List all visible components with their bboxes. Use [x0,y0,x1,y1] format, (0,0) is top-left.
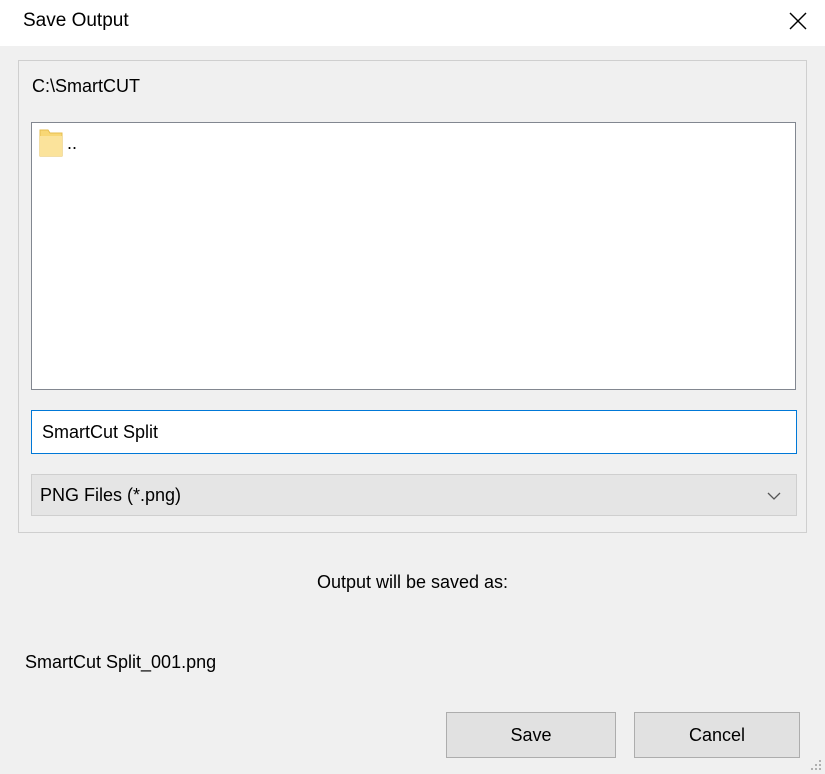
list-item-parent-folder[interactable]: .. [37,127,77,159]
close-button[interactable] [779,2,817,40]
file-type-select[interactable]: PNG Files (*.png) [31,474,797,516]
file-name-input[interactable] [31,410,797,454]
dialog-title: Save Output [23,10,129,31]
close-icon [789,12,807,30]
current-path-label: C:\SmartCUT [32,76,140,96]
title-bar: Save Output [0,0,825,46]
output-caption: Output will be saved as: [316,572,509,592]
chevron-down-icon [767,492,781,500]
file-type-selected: PNG Files (*.png) [40,485,182,505]
cancel-button[interactable]: Cancel [634,712,800,758]
save-button[interactable]: Save [446,712,616,758]
file-list[interactable]: .. [31,122,796,390]
list-item-label: .. [67,133,78,153]
resize-grip-icon[interactable] [807,756,823,772]
output-filename: SmartCut Split_001.png [25,652,217,672]
folder-icon [39,129,63,157]
